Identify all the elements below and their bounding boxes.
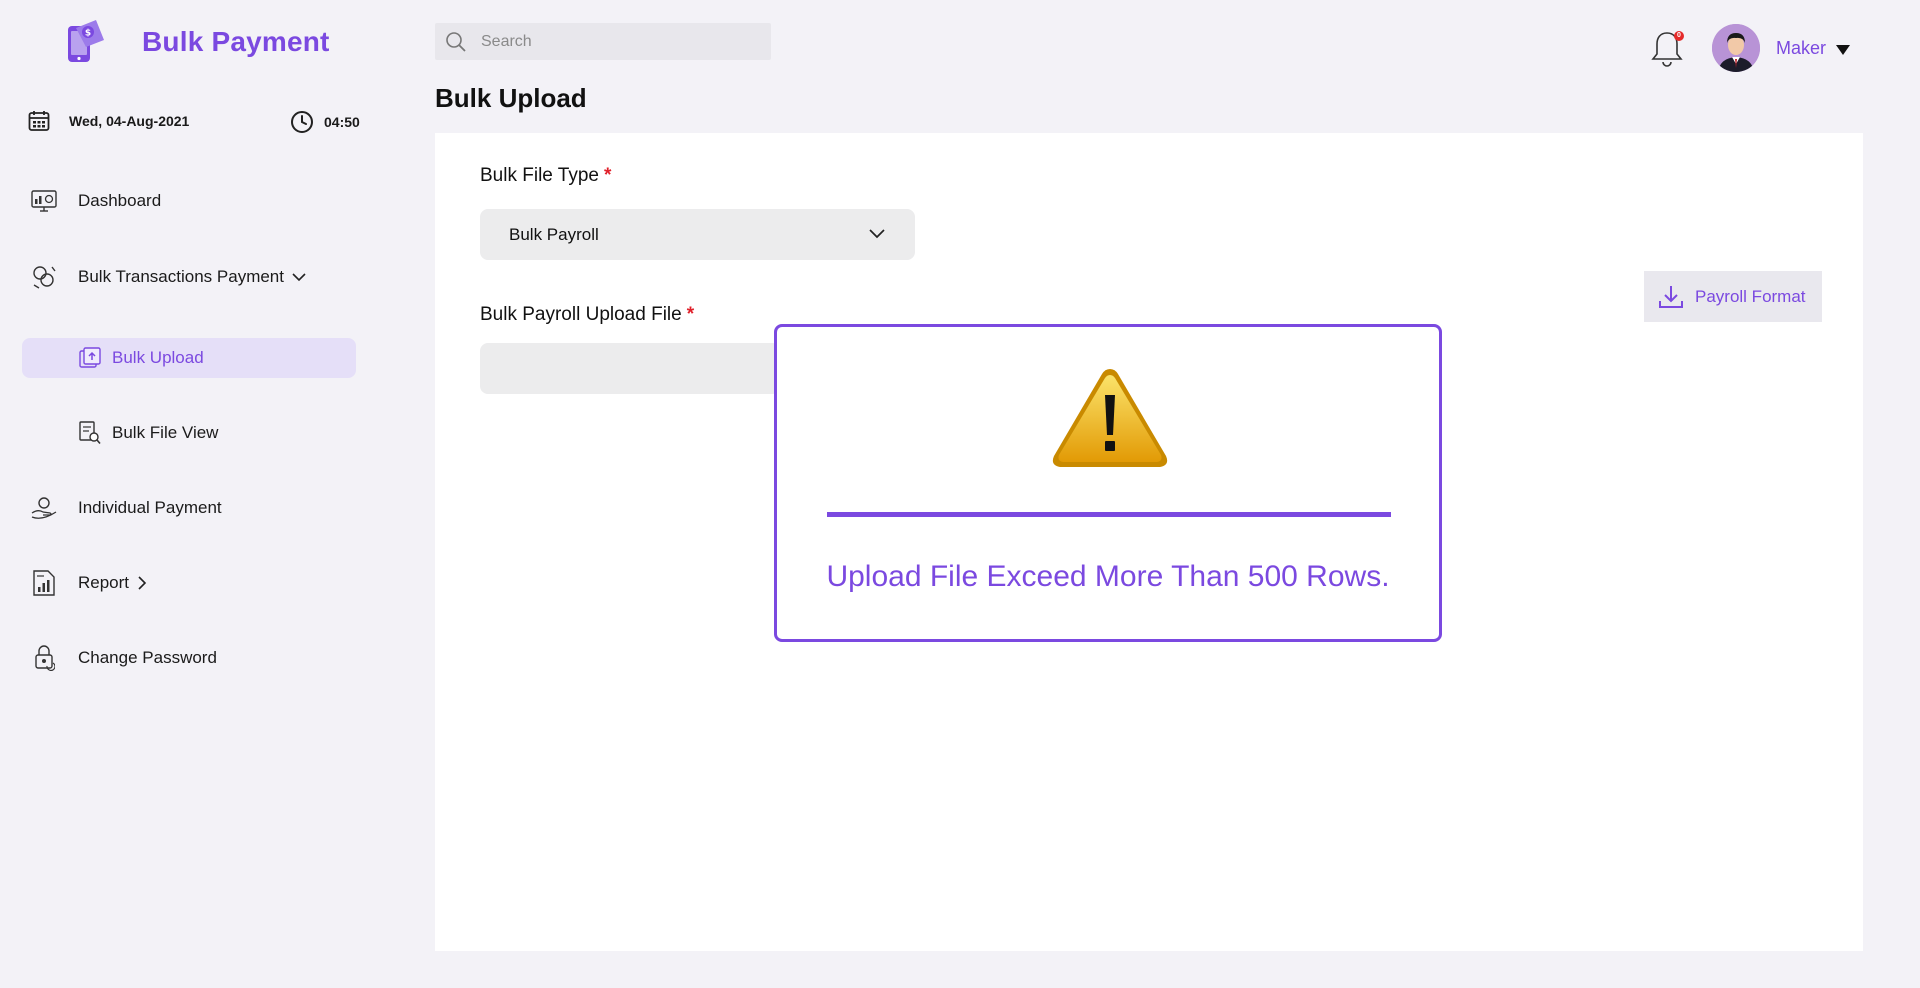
clock-icon [291, 111, 313, 133]
chevron-down-icon[interactable] [292, 272, 306, 282]
page-title: Bulk Upload [435, 83, 587, 113]
time-display: 04:50 [290, 110, 360, 134]
warning-icon [1052, 369, 1168, 467]
user-avatar-icon [1712, 24, 1760, 72]
file-view-icon [76, 419, 104, 447]
search-icon [445, 30, 469, 54]
chevron-right-icon[interactable] [137, 576, 147, 590]
caret-down-icon[interactable] [1836, 42, 1850, 60]
sidebar-item-dashboard[interactable]: Dashboard [22, 181, 161, 221]
notification-badge: 0 [1674, 31, 1684, 41]
download-icon [1658, 283, 1686, 311]
datetime-bar: Wed, 04-Aug-2021 04:50 [28, 110, 368, 138]
sidebar-item-report[interactable]: Report [22, 563, 147, 603]
payment-icon [30, 494, 58, 522]
lock-icon [30, 644, 58, 672]
user-name[interactable]: Maker [1776, 38, 1826, 59]
sidebar-item-label: Bulk File View [112, 423, 219, 442]
svg-text:$: $ [85, 29, 91, 39]
sidebar-item-bulk-upload[interactable]: Bulk Upload [22, 338, 356, 378]
avatar[interactable] [1712, 24, 1760, 72]
payroll-format-label: Payroll Format [1695, 286, 1806, 306]
warning-dialog: Upload File Exceed More Than 500 Rows. [774, 324, 1442, 642]
date-display: Wed, 04-Aug-2021 [28, 110, 189, 132]
file-type-label: Bulk File Type * [480, 165, 611, 187]
payroll-format-button[interactable]: Payroll Format [1644, 271, 1822, 322]
wallet-phone-icon: $ [68, 20, 104, 62]
required-marker: * [686, 304, 695, 325]
sidebar: $ Bulk Payment Wed, 04-Aug-2021 04:50 Da… [0, 0, 400, 988]
sidebar-item-bulk-file-view[interactable]: Bulk File View [22, 413, 356, 453]
time-text: 04:50 [324, 114, 360, 130]
sidebar-item-bulk-transactions[interactable]: Bulk Transactions Payment [22, 257, 306, 297]
sidebar-item-individual-payment[interactable]: Individual Payment [22, 488, 222, 528]
brand[interactable]: $ Bulk Payment [62, 18, 330, 66]
report-icon [30, 569, 58, 597]
sidebar-item-label: Change Password [78, 648, 217, 667]
sidebar-item-label: Report [78, 573, 130, 592]
file-type-label-text: Bulk File Type [480, 165, 599, 186]
search-input[interactable] [481, 32, 741, 51]
sidebar-item-label: Individual Payment [78, 498, 222, 517]
upload-icon [76, 344, 104, 372]
brand-title: Bulk Payment [142, 26, 330, 57]
sidebar-item-label: Bulk Upload [112, 348, 204, 367]
file-type-select[interactable]: Bulk Payroll [480, 209, 915, 260]
chevron-down-icon [869, 227, 885, 245]
dialog-divider [827, 512, 1391, 517]
sidebar-item-label: Bulk Transactions Payment [78, 267, 284, 286]
dialog-message: Upload File Exceed More Than 500 Rows. [826, 560, 1390, 593]
transactions-icon [30, 263, 58, 291]
upload-file-label: Bulk Payroll Upload File * [480, 304, 694, 326]
upload-file-label-text: Bulk Payroll Upload File [480, 304, 682, 325]
sidebar-item-label: Dashboard [78, 191, 162, 210]
date-text: Wed, 04-Aug-2021 [69, 113, 190, 129]
file-type-value: Bulk Payroll [509, 224, 599, 244]
upload-file-input[interactable] [480, 343, 780, 394]
search-bar[interactable] [435, 23, 771, 60]
dashboard-icon [30, 187, 58, 215]
sidebar-item-change-password[interactable]: Change Password [22, 638, 217, 678]
notification-button[interactable]: 0 [1650, 28, 1686, 68]
required-marker: * [603, 165, 612, 186]
calendar-icon [28, 111, 50, 131]
